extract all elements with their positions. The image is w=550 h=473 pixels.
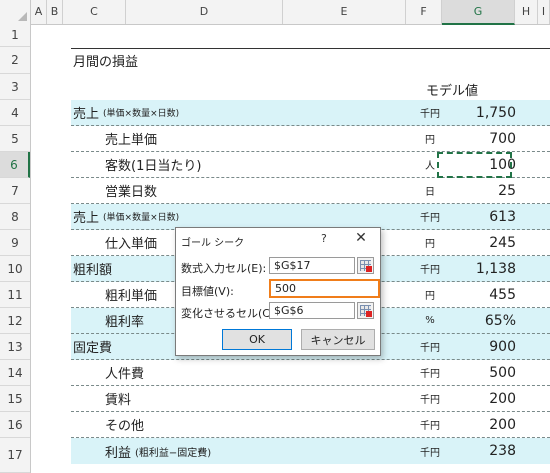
row-labor[interactable]: 人件費 千円 500 bbox=[71, 360, 550, 386]
select-all-triangle-icon bbox=[18, 12, 27, 21]
row-label: 粗利単価 bbox=[105, 289, 158, 304]
row-label: 仕入単価 bbox=[105, 237, 158, 252]
row-other[interactable]: その他 千円 200 bbox=[71, 412, 550, 438]
goal-seek-dialog[interactable]: ゴール シーク ? ✕ 数式入力セル(E): $G$17 目標値(V): 500… bbox=[175, 227, 381, 356]
column-header-e[interactable]: E bbox=[283, 0, 406, 24]
column-header-c[interactable]: C bbox=[63, 0, 126, 24]
row-header-12[interactable]: 12 bbox=[0, 308, 30, 334]
row-header-7[interactable]: 7 bbox=[0, 178, 30, 204]
row-label: 売上 (単価×数量×日数) bbox=[73, 107, 180, 122]
row-unit: 千円 bbox=[420, 213, 440, 224]
column-header-f[interactable]: F bbox=[406, 0, 442, 24]
active-cell-g6[interactable] bbox=[437, 152, 512, 178]
row-header-8[interactable]: 8 bbox=[0, 204, 30, 230]
column-header-a[interactable]: A bbox=[31, 0, 47, 24]
row-header-1[interactable]: 1 bbox=[0, 24, 30, 47]
close-icon[interactable]: ✕ bbox=[352, 230, 370, 246]
column-header-i[interactable]: I bbox=[538, 0, 550, 24]
row-sales[interactable]: 売上 (単価×数量×日数) 千円 1,750 bbox=[71, 100, 550, 126]
cancel-button[interactable]: キャンセル bbox=[301, 329, 375, 350]
row-label: 粗利額 bbox=[73, 263, 113, 278]
row-unit: 千円 bbox=[420, 265, 440, 276]
column-header-g[interactable]: G bbox=[442, 0, 515, 25]
row-value[interactable]: 65% bbox=[449, 308, 516, 333]
row-value[interactable]: 900 bbox=[449, 334, 516, 359]
row-value[interactable]: 500 bbox=[449, 360, 516, 385]
row-label: 賃料 bbox=[105, 393, 132, 408]
row-value[interactable]: 455 bbox=[449, 282, 516, 307]
row-header-10[interactable]: 10 bbox=[0, 256, 30, 282]
row-label: 固定費 bbox=[73, 341, 113, 356]
help-button[interactable]: ? bbox=[321, 232, 327, 245]
change-cell-label: 変化させるセル(C): bbox=[181, 307, 278, 320]
row-value[interactable]: 200 bbox=[449, 412, 516, 437]
top-border-line bbox=[71, 48, 550, 49]
dialog-title: ゴール シーク bbox=[181, 238, 245, 249]
row-label: 人件費 bbox=[105, 367, 145, 382]
column-header-b[interactable]: B bbox=[47, 0, 63, 24]
row-unit: 円 bbox=[425, 239, 435, 250]
change-cell-input[interactable]: $G$6 bbox=[269, 302, 355, 319]
row-value[interactable]: 1,750 bbox=[449, 100, 516, 125]
set-cell-range-select-icon[interactable] bbox=[357, 257, 374, 274]
row-unit: 千円 bbox=[420, 343, 440, 354]
row-header-bar: 1 2 3 4 5 6 7 8 9 10 11 12 13 14 15 16 1… bbox=[0, 24, 31, 473]
row-value[interactable]: 200 bbox=[449, 386, 516, 411]
row-label: 客数(1日当たり) bbox=[105, 159, 202, 174]
row-header-17[interactable]: 17 bbox=[0, 438, 30, 473]
row-header-15[interactable]: 15 bbox=[0, 386, 30, 412]
row-header-3[interactable]: 3 bbox=[0, 74, 30, 100]
row-value[interactable]: 1,138 bbox=[449, 256, 516, 281]
row-header-6[interactable]: 6 bbox=[0, 152, 30, 178]
row-label: 粗利率 bbox=[105, 315, 145, 330]
column-header-d[interactable]: D bbox=[126, 0, 283, 24]
row-value[interactable]: 245 bbox=[449, 230, 516, 255]
row-unit: 円 bbox=[425, 291, 435, 302]
row-header-2[interactable]: 2 bbox=[0, 47, 30, 74]
select-all-button[interactable] bbox=[0, 0, 31, 24]
ok-button[interactable]: OK bbox=[222, 329, 292, 350]
row-unit: 千円 bbox=[420, 395, 440, 406]
set-cell-input[interactable]: $G$17 bbox=[269, 257, 355, 274]
row-header-16[interactable]: 16 bbox=[0, 412, 30, 438]
row-header-13[interactable]: 13 bbox=[0, 334, 30, 360]
row-label: その他 bbox=[105, 419, 145, 434]
row-label: 利益 (粗利益−固定費) bbox=[105, 445, 212, 461]
sheet-title: 月間の損益 bbox=[73, 55, 139, 70]
column-header-h[interactable]: H bbox=[515, 0, 538, 24]
row-header-4[interactable]: 4 bbox=[0, 100, 30, 126]
row-business-days[interactable]: 営業日数 日 25 bbox=[71, 178, 550, 204]
change-cell-range-select-icon[interactable] bbox=[357, 302, 374, 319]
set-cell-label: 数式入力セル(E): bbox=[181, 262, 267, 275]
row-value[interactable]: 613 bbox=[449, 204, 516, 229]
row-label: 売上 (単価×数量×日数) bbox=[73, 211, 180, 226]
row-unit: 円 bbox=[425, 135, 435, 146]
row-label: 売上単価 bbox=[105, 133, 158, 148]
row-value[interactable]: 238 bbox=[449, 438, 516, 464]
row-unit: 日 bbox=[425, 187, 435, 198]
row-header-9[interactable]: 9 bbox=[0, 230, 30, 256]
row-unit: 千円 bbox=[420, 421, 440, 432]
row-rent[interactable]: 賃料 千円 200 bbox=[71, 386, 550, 412]
row-header-11[interactable]: 11 bbox=[0, 282, 30, 308]
target-value-label: 目標値(V): bbox=[181, 285, 234, 298]
row-unit-price[interactable]: 売上単価 円 700 bbox=[71, 126, 550, 152]
row-value[interactable]: 700 bbox=[449, 126, 516, 151]
row-unit: 千円 bbox=[420, 109, 440, 120]
row-header-14[interactable]: 14 bbox=[0, 360, 30, 386]
row-unit: 千円 bbox=[420, 369, 440, 380]
row-profit[interactable]: 利益 (粗利益−固定費) 千円 238 bbox=[71, 438, 550, 464]
model-value-header: モデル値 bbox=[425, 84, 478, 99]
row-unit: % bbox=[425, 315, 435, 326]
row-header-5[interactable]: 5 bbox=[0, 126, 30, 152]
row-unit: 千円 bbox=[420, 447, 440, 459]
target-value-input[interactable]: 500 bbox=[269, 279, 380, 298]
row-label: 営業日数 bbox=[105, 185, 158, 200]
column-header-bar: A B C D E F G H I bbox=[0, 0, 550, 25]
row-value[interactable]: 25 bbox=[449, 178, 516, 203]
